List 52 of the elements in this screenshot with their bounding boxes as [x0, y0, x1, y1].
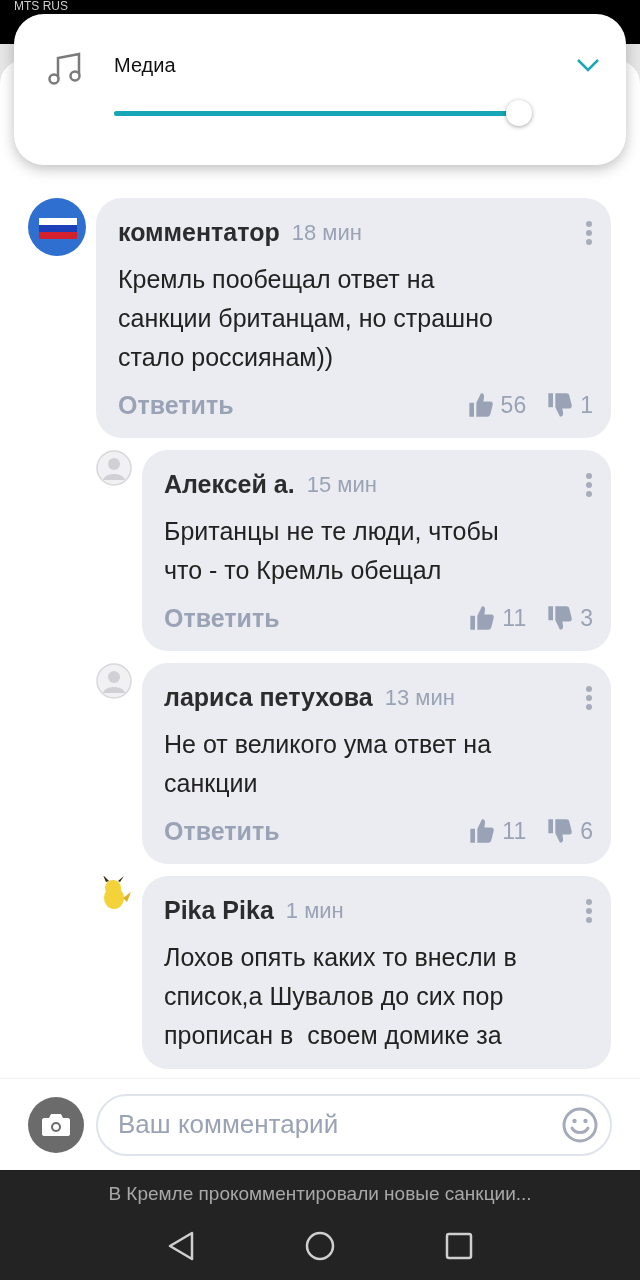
camera-icon: [42, 1113, 70, 1136]
more-icon[interactable]: [585, 219, 593, 246]
comment-text: Не от великого ума ответ на: [164, 728, 493, 760]
comment-text: Кремль пообещал ответ на: [118, 263, 436, 295]
expand-button[interactable]: [576, 58, 600, 72]
more-icon[interactable]: [585, 471, 593, 498]
user-avatar-icon: [96, 663, 132, 699]
flag-avatar: [28, 198, 86, 256]
like-count: 11: [502, 604, 527, 633]
thumbs-up-icon[interactable]: [468, 604, 497, 633]
comment-text: что - то Кремль обещал: [164, 554, 443, 586]
recents-icon[interactable]: [445, 1231, 473, 1260]
like-count: 56: [500, 391, 527, 420]
comment-field[interactable]: Ваш комментарий: [96, 1093, 612, 1156]
comment-input[interactable]: Ваш комментарий: [118, 1105, 562, 1144]
thumbs-down-icon[interactable]: [546, 817, 575, 846]
dislike-count: 3: [580, 604, 593, 633]
dislike-count: 6: [580, 817, 593, 846]
more-icon[interactable]: [585, 897, 593, 924]
thumbs-up-icon[interactable]: [468, 817, 497, 846]
comment-text: санкции британцам, но страшно: [118, 302, 494, 334]
dislike-count: 1: [580, 391, 593, 420]
author-name[interactable]: лариса петухова: [164, 679, 373, 717]
thumbs-down-icon[interactable]: [546, 391, 575, 420]
more-icon[interactable]: [585, 684, 593, 711]
thumbs-down-icon[interactable]: [546, 604, 575, 633]
author-name[interactable]: Pika Pika: [164, 892, 274, 930]
comment-text: Британцы не те люди, чтобы: [164, 515, 500, 547]
comment-text: прописан в своем домике за: [164, 1019, 503, 1051]
comment-text: стало россиянам)): [118, 341, 335, 373]
volume-label: Медиа: [114, 53, 176, 78]
author-name[interactable]: Алексей а.: [164, 466, 295, 504]
author-name[interactable]: комментатор: [118, 214, 280, 252]
music-note-icon: [48, 52, 82, 86]
comment-time: 1 мин: [285, 897, 344, 926]
comment-time: 15 мин: [306, 471, 377, 500]
comment-text: санкции: [164, 767, 259, 799]
carrier-name: MTS RUS: [14, 0, 68, 12]
emoji-icon[interactable]: [562, 1106, 598, 1143]
thumbs-up-icon[interactable]: [466, 391, 495, 420]
volume-slider[interactable]: [114, 100, 532, 126]
chevron-down-icon: [576, 58, 600, 72]
user-avatar-icon: [96, 450, 132, 486]
comment-text: Лохов опять каких то внесли в: [164, 941, 518, 973]
slider-thumb[interactable]: [506, 100, 533, 126]
back-icon[interactable]: [167, 1230, 195, 1261]
home-icon[interactable]: [305, 1230, 335, 1261]
comment-time: 18 мин: [291, 219, 362, 248]
comment-text: список,а Шувалов до сих пор: [164, 980, 505, 1012]
page-caption: В Кремле прокомментировали новые санкции...: [108, 1182, 532, 1206]
like-count: 11: [502, 817, 527, 846]
comment-time: 13 мин: [384, 684, 455, 713]
